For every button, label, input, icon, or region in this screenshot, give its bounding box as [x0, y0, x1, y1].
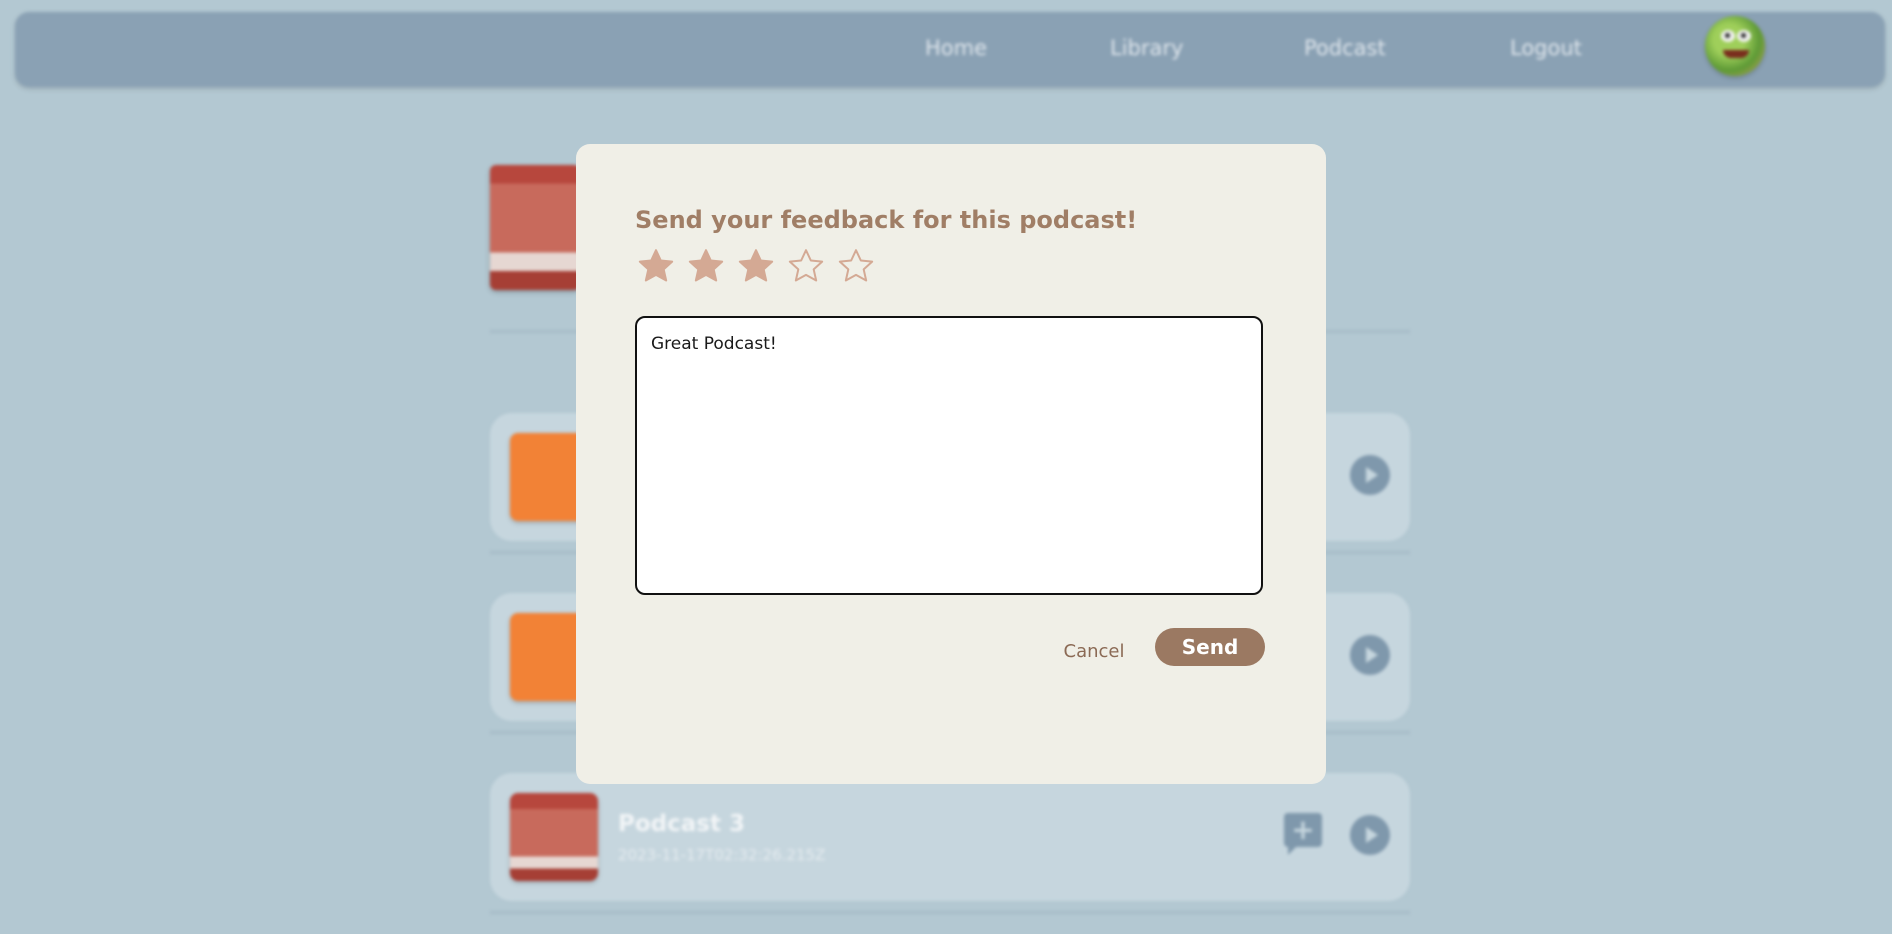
page-root: Home Library Podcast Logout Podcast 3 20… [0, 0, 1892, 934]
star-outline-icon[interactable] [786, 246, 826, 286]
divider [490, 911, 1410, 914]
play-icon[interactable] [1350, 635, 1390, 675]
episode-cover-image [510, 793, 598, 881]
add-comment-icon[interactable]: + [1284, 813, 1322, 855]
nav-library-link[interactable]: Library [1110, 36, 1183, 60]
modal-title: Send your feedback for this podcast! [635, 206, 1138, 234]
star-icon[interactable] [636, 246, 676, 286]
send-button[interactable]: Send [1155, 628, 1265, 666]
avatar-mouth [1723, 50, 1749, 58]
feedback-textarea[interactable]: Great Podcast! [635, 316, 1263, 595]
feedback-modal: Send your feedback for this podcast! Gre… [576, 144, 1326, 784]
kermit-avatar-icon[interactable] [1705, 16, 1765, 76]
podcast-cover-image [490, 165, 580, 290]
nav-home-link[interactable]: Home [925, 36, 987, 60]
play-icon[interactable] [1350, 815, 1390, 855]
star-icon[interactable] [686, 246, 726, 286]
avatar-eye [1721, 30, 1735, 42]
nav-logout-link[interactable]: Logout [1510, 36, 1582, 60]
episode-date: 2023-11-17T02:32:26.215Z [618, 846, 826, 864]
cancel-button[interactable]: Cancel [1034, 632, 1154, 670]
star-outline-icon[interactable] [836, 246, 876, 286]
top-navbar: Home Library Podcast Logout [15, 12, 1885, 87]
play-icon[interactable] [1350, 455, 1390, 495]
avatar-eye [1737, 30, 1751, 42]
star-icon[interactable] [736, 246, 776, 286]
list-item[interactable]: Podcast 3 2023-11-17T02:32:26.215Z + [490, 773, 1410, 901]
nav-podcast-link[interactable]: Podcast [1304, 36, 1386, 60]
episode-title: Podcast 3 [618, 811, 745, 837]
plus-icon: + [1291, 813, 1315, 846]
